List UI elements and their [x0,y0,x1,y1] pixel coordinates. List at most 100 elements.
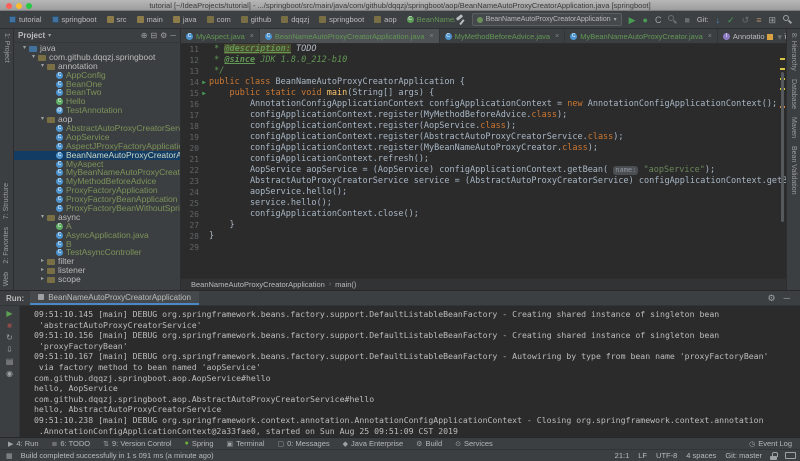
chevron-down-icon[interactable]: ▾ [20,44,29,53]
breadcrumb-item[interactable]: tutorial [4,15,47,24]
status-segment-Git: master[interactable]: Git: master [725,451,762,460]
toolwindow-button-Terminal[interactable]: ▣ Terminal [227,439,265,448]
breadcrumb-item[interactable]: com [202,15,236,24]
scroll-to-end-icon[interactable]: ⇩ [6,345,13,354]
tool-strip-label-Database[interactable]: Database [790,75,797,113]
tree-item-BeanOne[interactable]: C BeanOne [14,80,180,89]
zoom-window-button[interactable] [26,2,32,9]
inspection-status-icon[interactable] [767,33,774,40]
stop-button[interactable]: ■ [684,15,689,25]
stop-icon[interactable]: ■ [7,321,12,330]
run-gutter-icon[interactable]: ▶ [199,77,209,88]
collapse-all-icon[interactable]: ⊟ [150,31,157,41]
tree-item-B[interactable]: CB [14,240,180,249]
tool-strip-label-Bean Validation[interactable]: Bean Validation [790,142,797,199]
panel-settings-icon[interactable]: ⚙ [160,31,167,41]
restart-icon[interactable]: ↻ [6,333,13,342]
editor-tab-MyMethodBeforeAdvice.java[interactable]: C MyMethodBeforeAdvice.java × [440,29,566,43]
close-icon[interactable]: × [708,33,712,40]
tree-item-TestAnnotation[interactable]: @ TestAnnotation [14,106,180,115]
event-log-button[interactable]: ◷ Event Log [749,439,792,448]
breadcrumb-item[interactable]: springboot [47,15,102,24]
toolwindow-button-9: Version Control[interactable]: ⇅ 9: Version Control [103,439,172,448]
editor-scrollbar[interactable] [778,44,786,278]
toolwindow-button-4: Run[interactable]: ▶ 4: Run [8,439,39,448]
breadcrumb-item[interactable]: github [236,15,276,24]
tree-item-java[interactable]: ▾ java [14,44,180,53]
tree-item-ProxyFactoryBeanApplication[interactable]: C ProxyFactoryBeanApplication [14,195,180,204]
close-icon[interactable]: × [430,33,434,40]
tree-item-MyMethodBeforeAdvice[interactable]: C MyMethodBeforeAdvice [14,177,180,186]
status-segment-21:1[interactable]: 21:1 [615,451,630,460]
hide-run-panel-icon[interactable]: ─ [784,293,790,303]
tree-item-filter[interactable]: ▸ filter [14,257,180,266]
editor-tab-MyAspect.java[interactable]: C MyAspect.java × [181,29,260,43]
tree-item-aop[interactable]: ▾ aop [14,115,180,124]
breadcrumb-item[interactable]: src [102,15,132,24]
toolwindow-button-Build[interactable]: ⚙ Build [416,439,442,448]
git-update-button[interactable]: ↓ [716,15,721,25]
status-segment-LF[interactable]: LF [638,451,647,460]
close-window-button[interactable] [6,2,12,9]
console-output[interactable]: 09:51:10.145 [main] DEBUG org.springfram… [20,306,800,437]
run-settings-gear-icon[interactable]: ⚙ [768,293,776,303]
breadcrumb-item[interactable]: main [132,15,168,24]
tool-strip-label-1: Project[interactable]: 1: Project [3,29,10,67]
tree-item-MyBeanNameAutoProxyCreator[interactable]: C MyBeanNameAutoProxyCreator [14,168,180,177]
tree-item-AsyncApplication.java[interactable]: C AsyncApplication.java [14,231,180,240]
chevron-right-icon[interactable]: ▸ [38,257,47,266]
lock-icon[interactable] [770,451,778,460]
search-everywhere-button[interactable] [783,15,792,24]
breadcrumb-method[interactable]: main() [335,280,356,289]
breadcrumb-item[interactable]: java [168,15,202,24]
tree-item-MyAspect[interactable]: C MyAspect [14,160,180,169]
chevron-down-icon[interactable]: ▾ [38,115,47,124]
restore-layout-button[interactable]: ⊞ [768,15,776,25]
editor-tab-MyBeanNameAutoProxyCreator.java[interactable]: C MyBeanNameAutoProxyCreator.java × [565,29,718,43]
editor-tab-BeanNameAutoProxyCreatorApplication.java[interactable]: C BeanNameAutoProxyCreatorApplication.jav… [259,29,440,43]
toolwindow-button-6: TODO[interactable]: ≣ 6: TODO [52,439,91,448]
coverage-button[interactable]: C [655,15,662,25]
tree-item-com.github.dqqzj.springboot[interactable]: ▾ com.github.dqqzj.springboot [14,53,180,62]
breadcrumb-item[interactable]: springboot [314,15,369,24]
tool-strip-label-Web[interactable]: Web [3,268,10,290]
tree-item-AopService[interactable]: C AopService [14,133,180,142]
tree-item-listener[interactable]: ▸ listener [14,266,180,275]
tool-strip-label-Maven[interactable]: Maven [790,113,797,142]
breadcrumb-item[interactable]: CBeanNameAutoProxyCreatorApplication [402,15,455,24]
locate-file-icon[interactable]: ⊕ [141,31,148,41]
code-editor[interactable]: 11 * @description: TODO 12 * @since JDK 1… [181,44,786,278]
toolwindow-button-Java Enterprise[interactable]: ◆ Java Enterprise [343,439,404,448]
bookmarks-button[interactable]: ≡ [756,15,761,25]
run-tab[interactable]: BeanNameAutoProxyCreatorApplication [30,291,199,305]
chevron-down-icon[interactable]: ▾ [38,62,47,71]
warning-stripe-mark[interactable] [780,58,785,60]
rerun-icon[interactable]: ▶ [6,309,12,318]
breadcrumb-item[interactable]: dqqzj [276,15,314,24]
toolwindow-button-0: Messages[interactable]: ▢ 0: Messages [278,439,330,448]
tree-item-AppConfig[interactable]: C AppConfig [14,71,180,80]
toolwindow-toggle-icon[interactable]: ▦ [6,452,13,460]
tree-item-async[interactable]: ▾ async [14,213,180,222]
tree-item-AspectJProxyFactoryApplication[interactable]: C AspectJProxyFactoryApplication [14,142,180,151]
git-commit-button[interactable]: ✓ [727,15,735,25]
tool-strip-label-8: Hierarchy[interactable]: 8: Hierarchy [790,29,797,75]
tree-item-ProxyFactoryBeanWithoutSpringApplicati[interactable]: CProxyFactoryBeanWithoutSpringApplicati [14,204,180,213]
tree-item-scope[interactable]: ▸ scope [14,275,180,284]
tab-overflow-icon[interactable]: ▾ [777,32,782,42]
toolwindow-button-Spring[interactable]: ● Spring [185,439,214,448]
tool-strip-label-2: Favorites[interactable]: 2: Favorites [3,223,10,268]
tree-item-AbstractAutoProxyCreatorService[interactable]: CAbstractAutoProxyCreatorService [14,124,180,133]
tree-item-annotation[interactable]: ▾ annotation [14,62,180,71]
chevron-right-icon[interactable]: ▸ [38,275,47,284]
chevron-down-icon[interactable]: ▾ [48,32,51,39]
tree-item-TestAsyncController[interactable]: C TestAsyncController [14,248,180,257]
tree-item-BeanNameAutoProxyCreatorApplication[interactable]: CBeanNameAutoProxyCreatorApplication [14,150,180,160]
tool-strip-label-7: Structure[interactable]: 7: Structure [3,179,10,223]
debug-button[interactable]: ● [643,15,648,25]
profiler-icon[interactable] [668,15,677,24]
run-config-combo[interactable]: BeanNameAutoProxyCreatorApplication ▾ [471,13,622,26]
close-icon[interactable]: × [250,33,254,40]
chevron-down-icon[interactable]: ▾ [38,213,47,222]
inspection-profile-icon[interactable] [785,452,796,459]
